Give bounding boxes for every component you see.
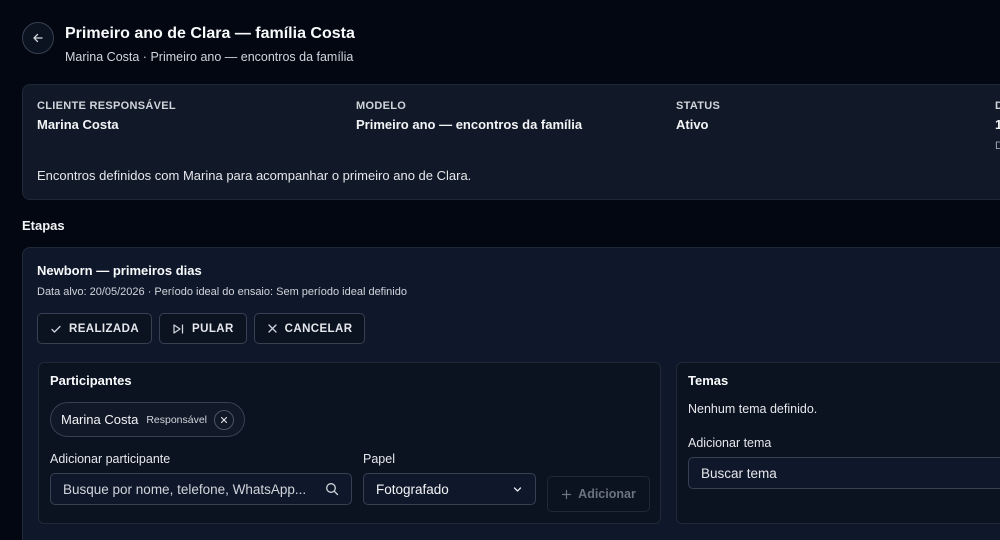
role-select-value: Fotografado <box>376 481 449 497</box>
cancel-label: CANCELAR <box>284 322 353 335</box>
participant-search-placeholder: Busque por nome, telefone, WhatsApp... <box>63 481 307 497</box>
close-icon <box>268 324 277 333</box>
cancel-button[interactable]: CANCELAR <box>253 313 366 344</box>
participant-search-input[interactable]: Busque por nome, telefone, WhatsApp... <box>50 473 352 505</box>
summary-label: D <box>995 100 1000 112</box>
skip-label: PULAR <box>192 322 234 335</box>
participant-name: Marina Costa <box>61 412 139 427</box>
summary-card: CLIENTE RESPONSÁVEL Marina Costa MODELO … <box>22 84 1000 200</box>
summary-value: Ativo <box>676 117 709 132</box>
back-button[interactable] <box>22 22 54 54</box>
chevron-down-icon <box>513 486 522 492</box>
themes-panel: Temas Nenhum tema definido. Adicionar te… <box>676 362 1000 524</box>
summary-value: Marina Costa <box>37 117 119 132</box>
mark-done-button[interactable]: REALIZADA <box>37 313 153 344</box>
summary-value: Primeiro ano — encontros da família <box>356 117 583 132</box>
page-header: Primeiro ano de Clara — família Costa Ma… <box>22 22 355 64</box>
themes-empty-text: Nenhum tema definido. <box>688 402 818 416</box>
summary-field-client: CLIENTE RESPONSÁVEL Marina Costa <box>37 100 176 132</box>
stage-meta: Data alvo: 20/05/2026 · Período ideal do… <box>37 286 407 298</box>
close-icon <box>220 416 228 423</box>
stage-title: Newborn — primeiros dias <box>37 263 202 278</box>
search-icon <box>326 483 339 496</box>
skip-button[interactable]: PULAR <box>159 313 247 344</box>
remove-participant-button[interactable] <box>214 409 235 430</box>
themes-title: Temas <box>688 373 729 388</box>
stage-card: Newborn — primeiros dias Data alvo: 20/0… <box>22 247 1000 540</box>
summary-extra: D <box>995 140 1000 152</box>
summary-label: MODELO <box>356 100 407 112</box>
add-theme-label: Adicionar tema <box>688 436 772 450</box>
theme-search-input[interactable]: Buscar tema <box>688 457 1000 489</box>
summary-value: 1 <box>995 117 1000 132</box>
mark-done-label: REALIZADA <box>69 322 140 335</box>
summary-field-truncated: D 1 D <box>995 100 1000 152</box>
participants-panel: Participantes Marina Costa Responsável A… <box>38 362 661 524</box>
add-participant-button-label: Adicionar <box>578 487 636 501</box>
stages-heading: Etapas <box>22 218 65 233</box>
summary-field-model: MODELO Primeiro ano — encontros da famíl… <box>356 100 582 132</box>
participant-role: Responsável <box>146 413 208 426</box>
stage-actions: REALIZADA PULAR CANCELAR <box>37 313 366 344</box>
theme-search-placeholder: Buscar tema <box>701 465 777 481</box>
summary-label: CLIENTE RESPONSÁVEL <box>37 100 176 112</box>
role-label: Papel <box>363 452 395 466</box>
check-icon <box>51 325 61 333</box>
role-select[interactable]: Fotografado <box>363 473 536 505</box>
add-participant-button[interactable]: Adicionar <box>547 476 650 512</box>
add-participant-label: Adicionar participante <box>50 452 171 466</box>
participants-title: Participantes <box>50 373 132 388</box>
participant-chip: Marina Costa Responsável <box>50 402 246 437</box>
skip-forward-icon <box>173 323 184 334</box>
page-subtitle: Marina Costa · Primeiro ano — encontros … <box>65 50 354 64</box>
page-title: Primeiro ano de Clara — família Costa <box>65 25 355 42</box>
summary-label: STATUS <box>676 100 721 112</box>
header-text: Primeiro ano de Clara — família Costa Ma… <box>65 22 355 64</box>
summary-description: Encontros definidos com Marina para acom… <box>37 168 472 183</box>
plus-icon <box>562 489 572 499</box>
summary-field-status: STATUS Ativo <box>676 100 720 132</box>
arrow-left-icon <box>33 33 43 43</box>
